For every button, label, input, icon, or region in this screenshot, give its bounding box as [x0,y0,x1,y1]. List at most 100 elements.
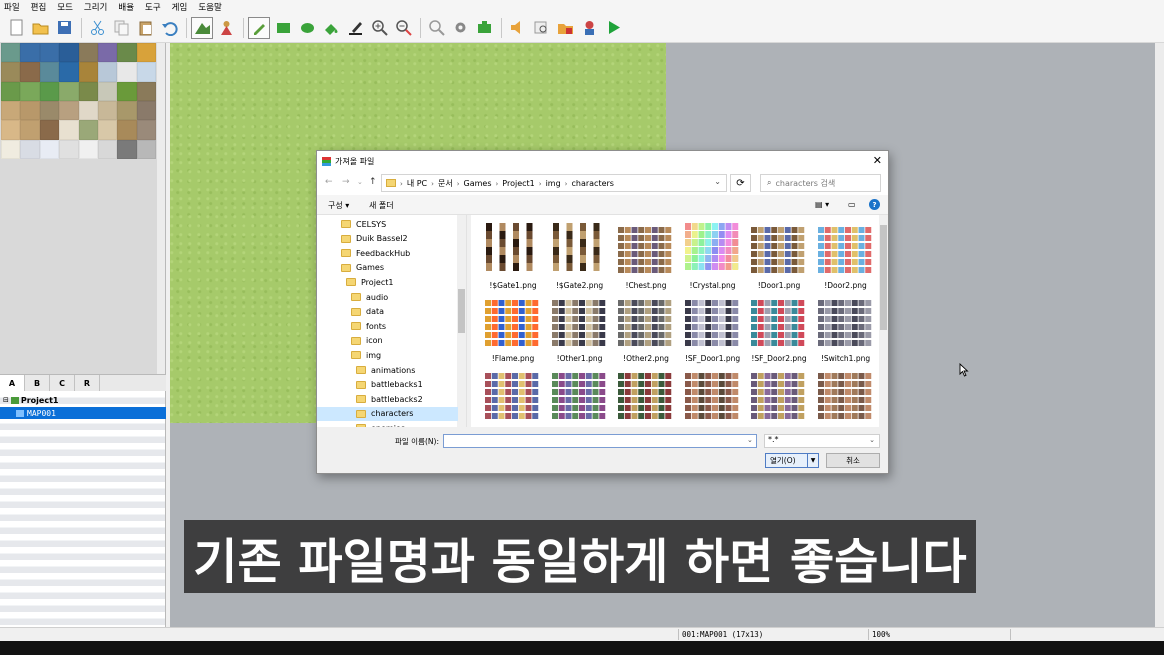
folder-item[interactable]: animations [356,363,415,377]
plugin-icon[interactable] [473,17,495,39]
filename-input[interactable] [443,434,757,448]
file-item[interactable]: !Door1.png [743,221,811,293]
tile[interactable] [78,43,98,63]
file-list-scrollbar[interactable] [879,215,888,427]
file-type-filter[interactable]: *.* ⌄ [764,434,880,448]
file-item[interactable]: !Chest.png [610,221,678,293]
map-layer-icon[interactable] [191,16,213,39]
tree-project-row[interactable]: ⊟ Project1 [0,394,166,406]
tile[interactable] [97,120,118,140]
file-item[interactable]: !Switch1.png [810,294,878,366]
tile[interactable] [97,101,118,121]
tile[interactable] [117,81,137,101]
tile[interactable] [59,101,79,121]
tile[interactable] [39,101,60,121]
help-icon[interactable]: ? [869,199,880,210]
folder-item[interactable]: audio [351,290,388,304]
cut-icon[interactable] [86,17,108,39]
pencil-icon[interactable] [248,16,270,39]
folder-item[interactable]: Duik Bassel2 [341,232,408,246]
file-item[interactable] [743,367,811,427]
new-icon[interactable] [5,17,27,39]
file-item[interactable]: !SF_Door1.png [677,294,745,366]
tile[interactable] [78,81,98,101]
file-item[interactable] [677,367,745,427]
refresh-icon[interactable]: ⟳ [730,174,751,192]
tile[interactable] [97,62,118,82]
file-item[interactable]: !SF_Door2.png [743,294,811,366]
menu-item-7[interactable]: 도움말 [198,1,221,13]
file-item[interactable]: !$Gate2.png [544,221,612,293]
file-item[interactable]: !Other2.png [610,294,678,366]
tile[interactable] [20,81,40,101]
menu-item-4[interactable]: 배율 [118,1,134,13]
search-box[interactable]: ⌕ characters 검색 [760,174,881,192]
file-item[interactable] [544,367,612,427]
new-folder-button[interactable]: 새 폴더 [369,200,394,211]
menu-item-2[interactable]: 모드 [57,1,73,13]
breadcrumb-item[interactable]: 내 PC [407,179,427,188]
folder-item[interactable]: characters [317,406,458,421]
menu-item-5[interactable]: 도구 [145,1,161,13]
tile[interactable] [136,120,156,140]
rectangle-icon[interactable] [272,17,294,39]
tile-palette[interactable] [1,43,156,159]
tile[interactable] [117,43,137,63]
tile[interactable] [97,43,118,63]
back-icon[interactable]: ← [325,177,333,187]
tile[interactable] [136,101,156,121]
file-item[interactable]: !Flame.png [477,294,545,366]
folder-item[interactable]: CELSYS [341,217,386,231]
tab-r[interactable]: R [75,375,100,391]
menu-item-6[interactable]: 게임 [172,1,188,13]
folder-tree[interactable]: CELSYS Duik Bassel2 FeedbackHub Games Projec… [317,215,467,427]
file-item[interactable]: !Crystal.png [677,221,745,293]
tile[interactable] [1,101,21,121]
tile[interactable] [20,120,40,140]
address-bar[interactable]: › 내 PC › 문서 › Games › Project1 › img › characters ⌄ [381,174,727,192]
tileset-panel[interactable] [0,43,166,374]
view-options-icon[interactable]: ▤ ▾ [815,200,829,209]
breadcrumb-item[interactable]: characters [571,179,613,188]
tile[interactable] [78,139,98,159]
file-list[interactable]: !$Gate1.png !$Gate2.png !Chest.png !Crystal… [471,215,888,427]
tile[interactable] [39,81,60,101]
filename-dropdown-icon[interactable]: ⌄ [747,436,753,444]
file-item[interactable]: !Door2.png [810,221,878,293]
tile[interactable] [20,43,40,63]
tile[interactable] [117,120,137,140]
preview-pane-icon[interactable]: ▭ [848,200,856,209]
tile[interactable] [39,62,60,82]
tile[interactable] [20,139,40,159]
tile[interactable] [97,81,118,101]
collapse-icon[interactable]: ⊟ [3,396,9,404]
menu-item-0[interactable]: 파일 [4,1,20,13]
folder-item[interactable]: fonts [351,319,386,333]
tile[interactable] [1,120,21,140]
open-folder-icon[interactable] [29,17,51,39]
file-item[interactable] [477,367,545,427]
folder-item[interactable]: data [351,305,384,319]
folder-item[interactable]: battlebacks1 [356,378,423,392]
breadcrumb-item[interactable]: 문서 [438,179,453,188]
tile[interactable] [1,81,21,101]
playtest-icon[interactable] [602,17,624,39]
folder-item[interactable]: icon [351,334,383,348]
tile[interactable] [136,139,156,159]
folder-item[interactable]: Games [341,261,384,275]
tile[interactable] [39,43,60,63]
organize-button[interactable]: 구성 ▾ [328,200,349,211]
tile[interactable] [59,62,79,82]
shadow-pen-icon[interactable] [344,17,366,39]
sound-test-icon[interactable] [506,17,528,39]
tab-a[interactable]: A [0,375,25,391]
open-split-arrow-icon[interactable]: ▼ [807,454,818,467]
event-layer-icon[interactable] [215,17,237,39]
tile[interactable] [20,62,40,82]
folder-tree-scrollbar[interactable] [457,215,466,427]
tile[interactable] [136,62,156,82]
tile[interactable] [78,120,98,140]
folder-item[interactable]: Project1 [346,275,393,289]
tile[interactable] [59,43,79,63]
folder-item[interactable]: img [351,348,381,362]
